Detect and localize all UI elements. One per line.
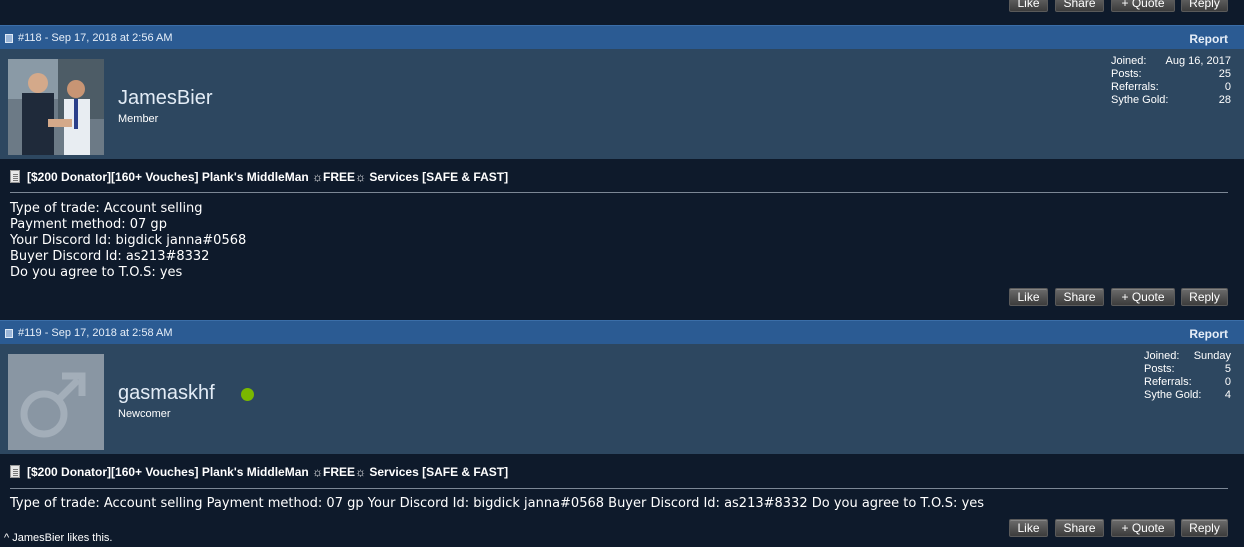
body-line: Payment method: 07 gp [10, 217, 167, 232]
post-body: Type of trade: Account selling Payment m… [10, 201, 246, 281]
online-indicator [241, 388, 254, 401]
user-stats: Joined: Aug 16, 2017 Posts: 25 Referrals… [1111, 55, 1231, 107]
like-button[interactable]: Like [1009, 288, 1048, 306]
thread-title[interactable]: [$200 Donator][160+ Vouches] Plank's Mid… [10, 170, 508, 184]
user-title: Newcomer [118, 408, 171, 420]
post-permalink[interactable]: #118 - Sep 17, 2018 at 2:56 AM [18, 32, 173, 44]
posts-label: Posts: [1111, 68, 1142, 80]
avatar[interactable] [8, 59, 104, 155]
thread-title-text[interactable]: [$200 Donator][160+ Vouches] Plank's Mid… [27, 170, 508, 184]
reply-button[interactable]: Reply [1181, 288, 1228, 306]
referrals-label: Referrals: [1144, 376, 1192, 388]
report-link[interactable]: Report [1189, 327, 1228, 341]
body-line: Buyer Discord Id: as213#8332 [10, 249, 210, 264]
post-header: #119 - Sep 17, 2018 at 2:58 AM Report [0, 320, 1244, 345]
posts-value[interactable]: 25 [1219, 68, 1231, 81]
user-info: JamesBier Member Joined: Aug 16, 2017 Po… [0, 49, 1244, 159]
gold-value: 28 [1218, 94, 1231, 106]
referrals-value: 0 [1224, 376, 1231, 388]
thread-title[interactable]: [$200 Donator][160+ Vouches] Plank's Mid… [10, 465, 508, 479]
body-line: Your Discord Id: bigdick janna#0568 [10, 233, 247, 248]
post-icon [5, 34, 13, 43]
report-link[interactable]: Report [1189, 32, 1228, 46]
username[interactable]: gasmaskhf [118, 382, 215, 405]
post-body: Type of trade: Account selling Payment m… [10, 496, 985, 511]
post-icon [5, 329, 13, 338]
gold-value: 4 [1224, 389, 1231, 401]
reply-button[interactable]: Reply [1181, 0, 1228, 12]
like-button[interactable]: Like [1009, 519, 1048, 537]
body-line: Do you agree to T.O.S: yes [10, 265, 183, 280]
quote-button[interactable]: + Quote [1111, 519, 1175, 537]
default-male-avatar[interactable] [8, 354, 104, 450]
share-button[interactable]: Share [1055, 288, 1104, 306]
share-button[interactable]: Share [1055, 519, 1104, 537]
gold-label: Sythe Gold: [1144, 389, 1202, 401]
referrals-label: Referrals: [1111, 81, 1159, 93]
joined-label: Joined: [1111, 55, 1147, 67]
divider [10, 488, 1228, 489]
document-icon [10, 170, 20, 183]
user-stats: Joined: Sunday Posts: 5 Referrals: 0 Syt… [1144, 350, 1231, 402]
male-symbol-icon [8, 354, 104, 450]
joined-value: Aug 16, 2017 [1165, 55, 1231, 67]
thread-title-text[interactable]: [$200 Donator][160+ Vouches] Plank's Mid… [27, 465, 508, 479]
quote-button[interactable]: + Quote [1111, 288, 1175, 306]
posts-value[interactable]: 5 [1225, 363, 1231, 376]
quote-button[interactable]: + Quote [1111, 0, 1175, 12]
body-line: Type of trade: Account selling [10, 201, 203, 216]
likes-summary[interactable]: ^ JamesBier likes this. [4, 532, 112, 544]
reply-button[interactable]: Reply [1181, 519, 1228, 537]
username[interactable]: JamesBier [118, 87, 212, 110]
gold-label: Sythe Gold: [1111, 94, 1169, 106]
posts-label: Posts: [1144, 363, 1175, 375]
user-title: Member [118, 113, 159, 125]
share-button[interactable]: Share [1055, 0, 1104, 12]
user-info: gasmaskhf Newcomer Joined: Sunday Posts:… [0, 344, 1244, 454]
joined-label: Joined: [1144, 350, 1180, 362]
post-header: #118 - Sep 17, 2018 at 2:56 AM Report [0, 25, 1244, 50]
divider [10, 192, 1228, 193]
document-icon [10, 465, 20, 478]
post-permalink[interactable]: #119 - Sep 17, 2018 at 2:58 AM [18, 327, 173, 339]
joined-value: Sunday [1193, 350, 1231, 362]
referrals-value: 0 [1224, 81, 1231, 93]
like-button[interactable]: Like [1009, 0, 1048, 12]
